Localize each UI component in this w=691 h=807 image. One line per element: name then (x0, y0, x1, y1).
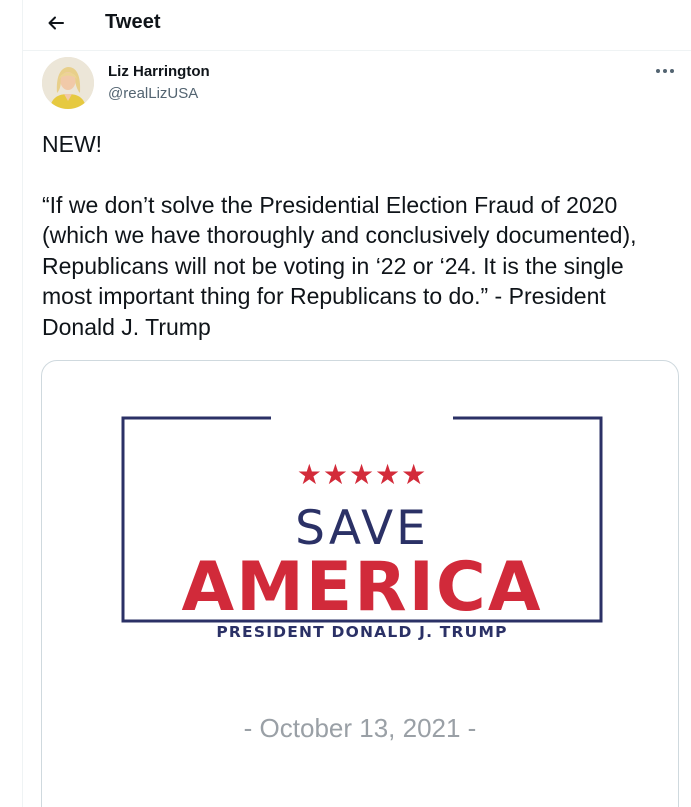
back-button[interactable] (43, 10, 69, 36)
column-divider (22, 0, 23, 807)
more-options-button[interactable] (652, 60, 678, 82)
logo-america-text: AMERICA (181, 548, 543, 627)
tweet-media-card[interactable]: ★★★★★ SAVE AMERICA PRESIDENT DONALD J. T… (41, 360, 679, 807)
page-title: Tweet (105, 11, 161, 33)
avatar[interactable] (42, 57, 94, 109)
tweet-text-line: NEW! (42, 131, 103, 157)
save-america-logo: ★★★★★ SAVE AMERICA PRESIDENT DONALD J. T… (121, 416, 603, 641)
logo-save-text: SAVE (295, 501, 429, 556)
profile-photo (42, 57, 94, 109)
media-image: ★★★★★ SAVE AMERICA PRESIDENT DONALD J. T… (42, 361, 678, 807)
more-dots-icon (656, 69, 674, 73)
tweet-quote: “If we don’t solve the Presidential Elec… (42, 191, 637, 340)
author-display-name[interactable]: Liz Harrington (108, 63, 210, 80)
page-header: Tweet (23, 0, 691, 51)
arrow-left-icon (48, 16, 64, 30)
tweet-page: Tweet Liz Harrington @realLizUSA NEW! “I… (0, 0, 691, 807)
tweet-text: NEW! “If we don’t solve the Presidential… (42, 129, 662, 342)
logo-president-text: PRESIDENT DONALD J. TRUMP (216, 623, 508, 641)
author-handle[interactable]: @realLizUSA (108, 85, 198, 102)
media-date-text: - October 13, 2021 - (243, 713, 477, 743)
stars-row: ★★★★★ (296, 459, 428, 490)
